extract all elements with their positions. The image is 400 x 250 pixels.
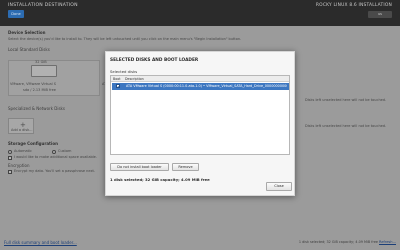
do-not-install-boot-loader-button[interactable]: Do not install boot loader bbox=[110, 163, 169, 171]
done-button[interactable]: Done bbox=[8, 10, 24, 18]
add-disk-button[interactable]: + Add a disk... bbox=[8, 118, 34, 134]
encryption-heading: Encryption bbox=[8, 163, 30, 168]
custom-label: Custom bbox=[58, 149, 72, 153]
dialog-summary: 1 disk selected; 32 GiB capacity; 4.09 M… bbox=[110, 177, 210, 182]
full-disk-summary-link[interactable]: Full disk summary and boot loader... bbox=[4, 240, 77, 245]
specialized-disks-note: Disks left unselected here will not be t… bbox=[305, 124, 387, 128]
keyboard-layout-indicator[interactable]: us bbox=[368, 11, 392, 18]
custom-radio[interactable] bbox=[52, 150, 56, 154]
storage-configuration-heading: Storage Configuration bbox=[8, 141, 58, 146]
automatic-radio[interactable] bbox=[8, 150, 12, 154]
local-disks-note: Disks left unselected here will not be t… bbox=[305, 98, 387, 102]
additional-space-label: I would like to make additional space av… bbox=[14, 155, 97, 159]
table-row[interactable]: ✔ ATA VMware Virtual S (0000:00:11.0-ata… bbox=[112, 83, 289, 90]
checkmark-icon: ✔ bbox=[117, 84, 121, 90]
disk-size-label: 32 GiB bbox=[35, 60, 47, 64]
close-button[interactable]: Close bbox=[266, 182, 292, 191]
local-disks-heading: Local Standard Disks bbox=[8, 47, 50, 52]
dialog-title: SELECTED DISKS AND BOOT LOADER bbox=[110, 58, 199, 63]
device-selection-heading: Device Selection bbox=[8, 30, 46, 35]
refresh-link[interactable]: Refresh... bbox=[379, 240, 396, 244]
specialized-disks-heading: Specialized & Network Disks bbox=[8, 106, 65, 111]
device-selection-hint: Select the device(s) you'd like to insta… bbox=[8, 37, 242, 41]
page-title: INSTALLATION DESTINATION bbox=[8, 3, 78, 8]
add-disk-label: Add a disk... bbox=[11, 128, 33, 132]
column-header-boot[interactable]: Boot bbox=[113, 77, 121, 81]
encrypt-label: Encrypt my data. You'll set a passphrase… bbox=[14, 169, 96, 173]
hard-disk-icon bbox=[31, 65, 57, 77]
column-header-description[interactable]: Description bbox=[125, 77, 144, 81]
footer-status-text: 1 disk selected; 32 GiB capacity; 4.09 M… bbox=[298, 240, 378, 244]
automatic-label: Automatic bbox=[14, 149, 32, 153]
selected-disks-table: Boot Description ✔ ATA VMware Virtual S … bbox=[110, 75, 290, 155]
disk-description: ATA VMware Virtual S (0000:00:11.0-ata-1… bbox=[126, 84, 287, 89]
disk-name-label: VMware, VMware Virtual S bbox=[10, 82, 56, 86]
additional-space-checkbox[interactable] bbox=[8, 156, 12, 160]
table-header: Boot Description bbox=[111, 76, 289, 82]
boot-checkbox[interactable]: ✔ bbox=[116, 84, 121, 90]
remove-button[interactable]: Remove bbox=[172, 163, 199, 171]
page-header: INSTALLATION DESTINATION ROCKY LINUX 8.6… bbox=[0, 0, 400, 26]
product-title: ROCKY LINUX 8.6 INSTALLATION bbox=[315, 3, 392, 8]
disk-free-label: sda / 2.13 MiB free bbox=[23, 88, 56, 92]
local-disk-tile[interactable]: 32 GiB VMware, VMware Virtual S sda / 2.… bbox=[8, 60, 100, 96]
selected-disks-dialog: SELECTED DISKS AND BOOT LOADER Selected … bbox=[105, 51, 295, 196]
selected-disks-label: Selected disks bbox=[110, 69, 138, 74]
encrypt-checkbox[interactable] bbox=[8, 170, 12, 174]
